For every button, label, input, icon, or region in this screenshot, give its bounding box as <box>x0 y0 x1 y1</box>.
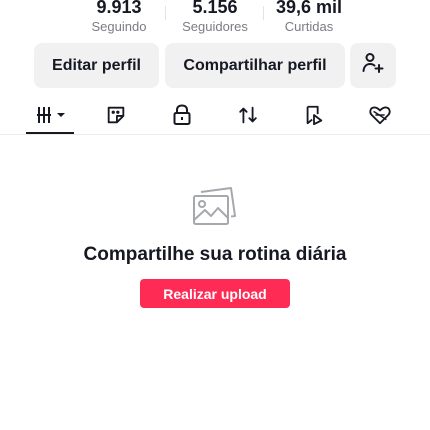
tabs-divider <box>0 134 430 135</box>
upload-button[interactable]: Realizar upload <box>140 279 290 308</box>
add-user-icon <box>361 51 385 80</box>
lock-icon <box>172 104 192 126</box>
following-count: 9.913 <box>96 0 142 17</box>
profile-stats: 9.913 Seguindo 5.156 Seguidores 39,6 mil… <box>0 0 430 40</box>
share-profile-button[interactable]: Compartilhar perfil <box>165 43 345 88</box>
following-label: Seguindo <box>91 19 147 34</box>
likes-label: Curtidas <box>284 19 334 34</box>
tab-liked[interactable] <box>362 100 398 130</box>
likes-count: 39,6 mil <box>275 0 343 17</box>
profile-tabs <box>0 100 430 136</box>
grid-icon <box>35 104 69 126</box>
tab-private[interactable] <box>164 100 200 130</box>
edit-profile-button[interactable]: Editar perfil <box>34 43 159 88</box>
bookmark-icon <box>303 104 325 126</box>
sticker-icon <box>105 104 127 126</box>
photo-gallery-icon <box>189 186 241 230</box>
tab-favorites[interactable] <box>296 100 332 130</box>
tab-stickers[interactable] <box>98 100 134 130</box>
empty-state-title: Compartilhe sua rotina diária <box>83 244 347 265</box>
heart-icon <box>368 104 392 126</box>
stat-likes[interactable]: 39,6 mil Curtidas <box>254 0 364 34</box>
add-friend-button[interactable] <box>350 43 396 88</box>
repost-icon <box>237 104 259 126</box>
stat-following[interactable]: 9.913 Seguindo <box>64 0 174 34</box>
tab-videos[interactable] <box>32 100 72 130</box>
tab-reposts[interactable] <box>230 100 266 130</box>
